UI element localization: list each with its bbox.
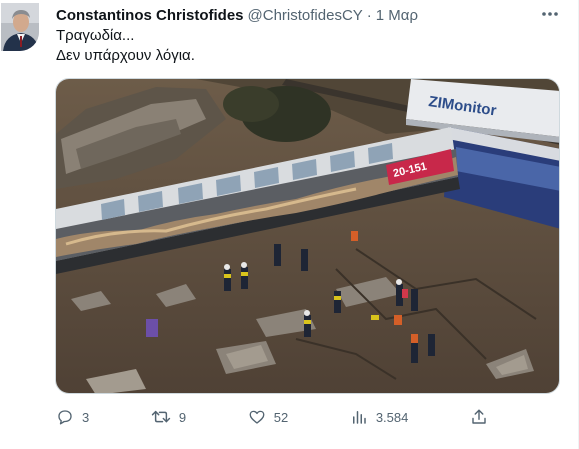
views-button[interactable]: 3.584 <box>350 408 409 426</box>
like-count: 52 <box>273 409 289 425</box>
reply-button[interactable]: 3 <box>56 408 89 426</box>
views-chart-icon <box>352 411 366 424</box>
avatar[interactable] <box>1 3 39 51</box>
avatar-photo <box>1 3 39 51</box>
tweet-photo[interactable]: ZIMonitor 20-151 <box>55 78 560 394</box>
more-button[interactable] <box>539 4 561 24</box>
author-name[interactable]: Constantinos Christofides <box>56 7 244 24</box>
separator-dot: · <box>366 6 372 24</box>
tweet-text-line-1: Τραγωδία... <box>56 27 135 44</box>
share-button[interactable] <box>470 408 488 426</box>
retweet-button[interactable]: 9 <box>151 408 186 426</box>
train-crash-photo: ZIMonitor 20-151 <box>56 79 559 393</box>
share-icon <box>472 409 486 424</box>
reply-icon <box>58 410 72 425</box>
tweet-text: Τραγωδία... Δεν υπάρχουν λόγια. <box>56 26 195 66</box>
tweet-header: Constantinos Christofides @ChristofidesC… <box>56 5 418 25</box>
like-button[interactable]: 52 <box>248 408 288 426</box>
retweet-count: 9 <box>178 409 187 425</box>
author-handle[interactable]: @ChristofidesCY <box>248 7 363 24</box>
reply-count: 3 <box>82 409 90 425</box>
views-count: 3.584 <box>375 409 409 425</box>
tweet[interactable]: Constantinos Christofides @ChristofidesC… <box>0 0 579 449</box>
more-dots-icon <box>542 12 558 16</box>
tweet-date[interactable]: 1 Μαρ <box>376 7 418 24</box>
retweet-icon <box>151 410 171 423</box>
tweet-actions: 3 9 52 3.584 <box>56 405 488 429</box>
heart-icon <box>249 410 265 424</box>
tweet-text-line-2: Δεν υπάρχουν λόγια. <box>56 47 195 64</box>
